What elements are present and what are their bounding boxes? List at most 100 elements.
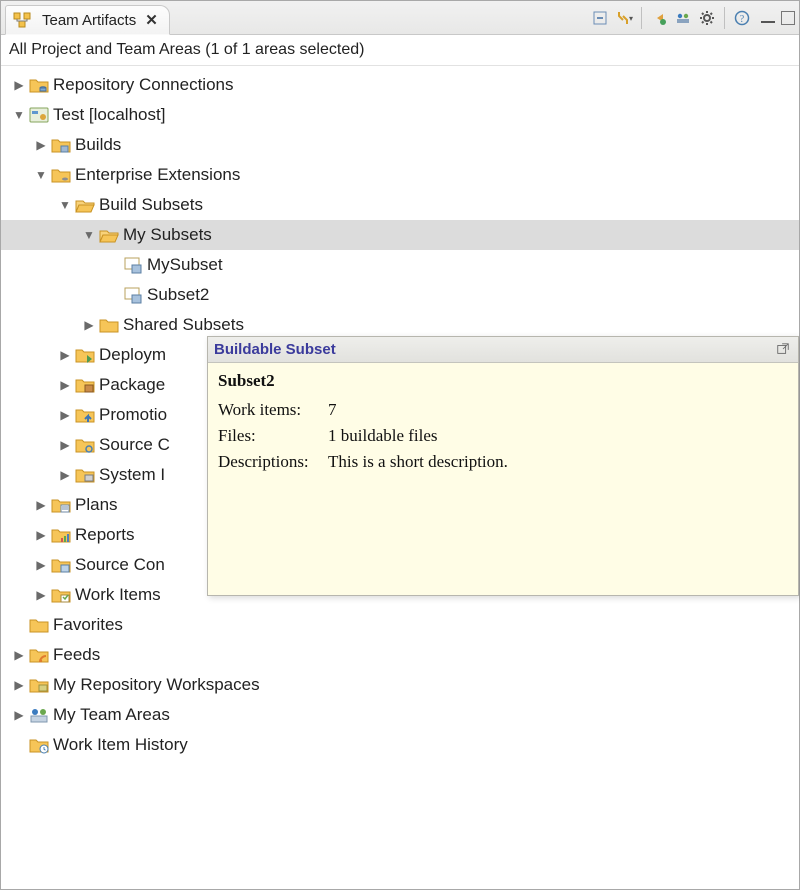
hover-panel-title: Buildable Subset (214, 341, 336, 358)
tree-label: Plans (75, 495, 118, 515)
tree-label: My Repository Workspaces (53, 675, 260, 695)
view-tab-team-artifacts[interactable]: Team Artifacts ✕ (5, 5, 170, 35)
help-button[interactable]: ? (731, 7, 753, 29)
link-with-editor-button[interactable]: ▾ (613, 7, 635, 29)
tree-label: Work Item History (53, 735, 188, 755)
tree-label: Build Subsets (99, 195, 203, 215)
hover-key-work-items: Work items: (218, 397, 328, 423)
tree-label: Enterprise Extensions (75, 165, 240, 185)
view-window-controls (761, 11, 795, 25)
tree-label: Repository Connections (53, 75, 233, 95)
tree-label: Source Con (75, 555, 165, 575)
folder-plans-icon (51, 495, 71, 515)
collapse-all-button[interactable] (589, 7, 611, 29)
team-artifacts-view: Team Artifacts ✕ ▾ ? (0, 0, 800, 890)
tree-item-build-subsets[interactable]: ▼ Build Subsets (1, 190, 799, 220)
tree-label: Source C (99, 435, 170, 455)
folder-reports-icon (51, 525, 71, 545)
folder-package-icon (75, 375, 95, 395)
hover-val-work-items: 7 (328, 397, 518, 423)
toolbar-separator (641, 7, 642, 29)
expand-icon[interactable]: ▶ (55, 378, 75, 392)
maximize-view-button[interactable] (781, 11, 795, 25)
collapse-icon[interactable]: ▼ (55, 198, 75, 212)
toolbar-separator-2 (724, 7, 725, 29)
folder-scm-icon (51, 555, 71, 575)
tree-item-feeds[interactable]: ▶ Feeds (1, 640, 799, 670)
expand-icon[interactable]: ▶ (31, 498, 51, 512)
tree-item-project-test[interactable]: ▼ Test [localhost] (1, 100, 799, 130)
minimize-view-button[interactable] (761, 13, 775, 23)
expand-icon[interactable]: ▶ (31, 138, 51, 152)
folder-work-items-icon (51, 585, 71, 605)
tree-item-my-team-areas[interactable]: ▶ My Team Areas (1, 700, 799, 730)
tree-item-repo-connections[interactable]: ▶ Repository Connections (1, 70, 799, 100)
folder-source-icon (75, 435, 95, 455)
expand-icon[interactable]: ▶ (9, 78, 29, 92)
expand-icon[interactable]: ▶ (31, 558, 51, 572)
view-toolbar: ▾ ? (589, 1, 795, 35)
tree-label: Reports (75, 525, 135, 545)
hover-panel-body: Subset2 Work items: 7 Files: 1 buildable… (208, 363, 798, 485)
hover-info-panel: Buildable Subset Subset2 Work items: 7 F… (207, 336, 799, 596)
folder-db-icon (29, 75, 49, 95)
folder-icon (99, 315, 119, 335)
team-hub-button[interactable] (672, 7, 694, 29)
subset-icon (123, 255, 143, 275)
tree-label: My Subsets (123, 225, 212, 245)
hover-key-files: Files: (218, 423, 328, 449)
tree-label: Builds (75, 135, 121, 155)
expand-icon[interactable]: ▶ (31, 528, 51, 542)
expand-icon[interactable]: ▶ (9, 678, 29, 692)
folder-system-icon (75, 465, 95, 485)
tree-item-favorites[interactable]: ▶ Favorites (1, 610, 799, 640)
tree-label: Test [localhost] (53, 105, 165, 125)
subset-icon (123, 285, 143, 305)
expand-icon[interactable]: ▶ (55, 408, 75, 422)
project-area-icon (29, 105, 49, 125)
tree-label: Feeds (53, 645, 100, 665)
close-view-button[interactable]: ✕ (142, 11, 161, 29)
collapse-icon[interactable]: ▼ (9, 108, 29, 122)
expand-icon[interactable]: ▶ (79, 318, 99, 332)
tree-item-work-item-history[interactable]: ▶ Work Item History (1, 730, 799, 760)
tree-item-my-repo-workspaces[interactable]: ▶ My Repository Workspaces (1, 670, 799, 700)
tree-label: Promotio (99, 405, 167, 425)
tree-item-mysubset[interactable]: ▶ MySubset (1, 250, 799, 280)
expand-icon[interactable]: ▶ (9, 648, 29, 662)
view-tab-label: Team Artifacts (42, 12, 136, 29)
area-filter-label[interactable]: All Project and Team Areas (1 of 1 areas… (1, 35, 799, 66)
collapse-icon[interactable]: ▼ (31, 168, 51, 182)
tree-label: My Team Areas (53, 705, 170, 725)
expand-icon[interactable]: ▶ (55, 438, 75, 452)
expand-icon[interactable]: ▶ (55, 348, 75, 362)
expand-icon[interactable]: ▶ (9, 708, 29, 722)
folder-ent-ext-icon (51, 165, 71, 185)
popout-icon[interactable] (776, 342, 792, 358)
hover-subset-name: Subset2 (218, 371, 788, 391)
folder-history-icon (29, 735, 49, 755)
team-artifacts-icon (12, 10, 32, 30)
collapse-icon[interactable]: ▼ (79, 228, 99, 242)
navigate-back-button[interactable] (648, 7, 670, 29)
gear-menu-button[interactable] (696, 7, 718, 29)
hover-details-table: Work items: 7 Files: 1 buildable files D… (218, 397, 518, 475)
folder-open-icon (99, 225, 119, 245)
folder-promotion-icon (75, 405, 95, 425)
tree-item-my-subsets[interactable]: ▼ My Subsets (1, 220, 799, 250)
tree-item-subset2[interactable]: ▶ Subset2 (1, 280, 799, 310)
tree-label: Subset2 (147, 285, 209, 305)
hover-panel-header: Buildable Subset (208, 337, 798, 363)
folder-workspace-icon (29, 675, 49, 695)
tree-label: Favorites (53, 615, 123, 635)
tree-label: Work Items (75, 585, 161, 605)
expand-icon[interactable]: ▶ (31, 588, 51, 602)
tree-item-builds[interactable]: ▶ Builds (1, 130, 799, 160)
tree-label: Shared Subsets (123, 315, 244, 335)
tree-item-enterprise-extensions[interactable]: ▼ Enterprise Extensions (1, 160, 799, 190)
tree-label: MySubset (147, 255, 223, 275)
team-areas-icon (29, 705, 49, 725)
svg-text:?: ? (740, 14, 745, 25)
expand-icon[interactable]: ▶ (55, 468, 75, 482)
folder-feeds-icon (29, 645, 49, 665)
